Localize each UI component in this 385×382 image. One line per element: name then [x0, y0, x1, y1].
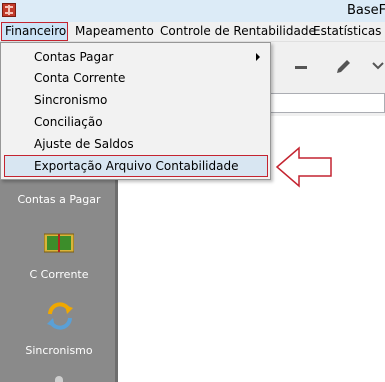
- menu-item-conta-corrente[interactable]: Conta Corrente: [1, 67, 270, 89]
- book-icon[interactable]: [44, 233, 74, 253]
- callout-arrow-icon: [275, 146, 332, 188]
- app-icon[interactable]: [2, 3, 16, 17]
- arrow-icon[interactable]: [372, 60, 385, 73]
- minus-icon[interactable]: [295, 66, 307, 69]
- sidebar-item-sincronismo[interactable]: Sincronismo: [0, 344, 118, 357]
- search-input[interactable]: [266, 93, 385, 113]
- sidebar-item-contas-pagar[interactable]: Contas a Pagar: [0, 193, 118, 206]
- sync-icon[interactable]: [45, 302, 75, 330]
- pencil-icon[interactable]: [334, 58, 352, 76]
- menu-item-exportacao-contabilidade[interactable]: Exportação Arquivo Contabilidade: [4, 155, 268, 177]
- menu-item-conciliacao[interactable]: Conciliação: [1, 111, 270, 133]
- financeiro-dropdown: Contas Pagar Conta Corrente Sincronismo …: [0, 42, 271, 180]
- menu-item-label: Contas Pagar: [34, 50, 114, 64]
- title-bar: BaseF: [0, 0, 385, 22]
- menu-item-ajuste-saldos[interactable]: Ajuste de Saldos: [1, 133, 270, 155]
- menu-item-sincronismo[interactable]: Sincronismo: [1, 89, 270, 111]
- menu-estatisticas[interactable]: Estatísticas: [313, 22, 381, 41]
- sidebar-item-c-corrente[interactable]: C Corrente: [0, 268, 118, 281]
- menu-mapeamento[interactable]: Mapeamento: [75, 22, 154, 41]
- window-title: BaseF: [347, 3, 385, 18]
- menu-controle-rentabilidade[interactable]: Controle de Rentabilidade: [160, 22, 316, 41]
- menu-bar: Financeiro Mapeamento Controle de Rentab…: [0, 22, 385, 42]
- menu-financeiro[interactable]: Financeiro: [1, 22, 68, 41]
- partial-icon: [55, 376, 63, 382]
- submenu-arrow-icon: [256, 53, 260, 61]
- menu-item-contas-pagar[interactable]: Contas Pagar: [1, 46, 270, 68]
